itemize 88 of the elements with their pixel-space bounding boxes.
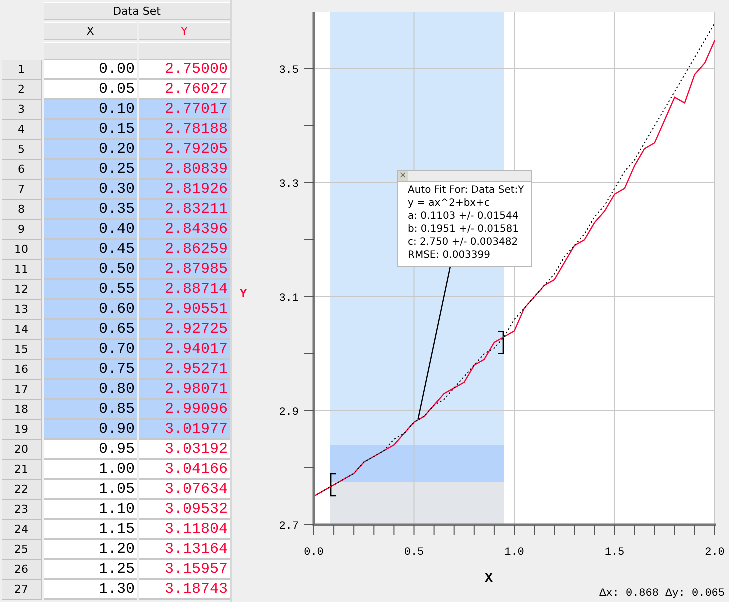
table-cell[interactable]: 3.18743 xyxy=(139,580,230,600)
x-axis-title: X xyxy=(485,571,493,586)
table-cell[interactable]: 0.45 xyxy=(44,240,137,260)
row-number[interactable]: 13 xyxy=(2,300,42,320)
table-cell[interactable]: 0.95 xyxy=(44,440,137,460)
row-number[interactable]: 3 xyxy=(2,100,42,120)
row-number[interactable]: 5 xyxy=(2,140,42,160)
y-tick-label: 3.5 xyxy=(279,65,299,77)
row-number[interactable]: 16 xyxy=(2,360,42,380)
x-tick-label: 0.0 xyxy=(304,547,324,559)
fit-result-text: c: 2.750 +/- 0.003482 xyxy=(408,236,520,249)
row-number[interactable]: 20 xyxy=(2,440,42,460)
table-cell[interactable]: 0.55 xyxy=(44,280,137,300)
bracket-marker xyxy=(498,331,504,354)
table-cell[interactable]: 0.40 xyxy=(44,220,137,240)
y-tick-label: 3.3 xyxy=(279,179,299,191)
table-cell[interactable]: 0.00 xyxy=(44,60,137,80)
fit-result-text: RMSE: 0.003399 xyxy=(408,249,492,262)
fit-result-text: a: 0.1103 +/- 0.01544 xyxy=(408,210,520,223)
row-number[interactable]: 2 xyxy=(2,80,42,100)
table-cell[interactable]: 0.20 xyxy=(44,140,137,160)
row-number[interactable]: 15 xyxy=(2,340,42,360)
table-group-header: Data Set xyxy=(44,2,230,20)
column-header[interactable]: X xyxy=(44,22,137,40)
x-tick-label: 1.5 xyxy=(604,547,625,559)
row-number[interactable]: 27 xyxy=(2,580,42,600)
y-axis-title: Y xyxy=(240,287,248,301)
bracket-marker xyxy=(330,473,336,497)
table-cell[interactable]: 3.03192 xyxy=(139,440,230,460)
row-number[interactable]: 22 xyxy=(2,480,42,500)
x-tick-label: 0.5 xyxy=(404,547,424,559)
table-cell[interactable]: 1.10 xyxy=(44,500,137,520)
table-cell[interactable]: 0.30 xyxy=(44,180,137,200)
table-cell[interactable]: 2.75000 xyxy=(139,60,230,80)
row-number[interactable]: 10 xyxy=(2,240,42,260)
row-number[interactable]: 12 xyxy=(2,280,42,300)
y-tick-label: 2.7 xyxy=(279,521,299,533)
table-cell[interactable]: 3.13164 xyxy=(139,540,230,560)
row-number[interactable]: 26 xyxy=(2,560,42,580)
x-tick-label: 2.0 xyxy=(705,547,725,559)
row-number[interactable]: 14 xyxy=(2,320,42,340)
table-cell[interactable]: 0.25 xyxy=(44,160,137,180)
row-number[interactable]: 24 xyxy=(2,520,42,540)
fit-result-text: Auto Fit For: Data Set:Y xyxy=(408,184,526,197)
row-number[interactable]: 18 xyxy=(2,400,42,420)
table-cell[interactable]: 3.11804 xyxy=(139,520,230,540)
table-cell[interactable]: 1.00 xyxy=(44,460,137,480)
table-cell[interactable]: 0.75 xyxy=(44,360,137,380)
fit-result-text: y = ax^2+bx+c xyxy=(408,197,491,210)
table-cell[interactable]: 1.05 xyxy=(44,480,137,500)
row-number[interactable]: 11 xyxy=(2,260,42,280)
y-tick-label: 2.9 xyxy=(279,407,299,419)
row-number[interactable]: 6 xyxy=(2,160,42,180)
table-cell[interactable]: 3.04166 xyxy=(139,460,230,480)
table-cell[interactable]: 3.09532 xyxy=(139,500,230,520)
x-tick-label: 1.0 xyxy=(504,547,524,559)
row-number[interactable]: 21 xyxy=(2,460,42,480)
table-cell[interactable]: 0.10 xyxy=(44,100,137,120)
close-button[interactable]: × xyxy=(398,171,408,181)
row-number[interactable]: 1 xyxy=(2,60,42,80)
row-number[interactable]: 19 xyxy=(2,420,42,440)
table-cell[interactable]: 0.15 xyxy=(44,120,137,140)
table-cell[interactable]: 3.07634 xyxy=(139,480,230,500)
y-tick-label: 3.1 xyxy=(279,293,299,305)
table-cell[interactable]: 0.90 xyxy=(44,420,137,440)
table-cell[interactable]: 0.50 xyxy=(44,260,137,280)
row-number[interactable]: 7 xyxy=(2,180,42,200)
table-cell[interactable]: 0.60 xyxy=(44,300,137,320)
table-cell[interactable]: 0.80 xyxy=(44,380,137,400)
row-number[interactable]: 9 xyxy=(2,220,42,240)
row-number[interactable]: 4 xyxy=(2,120,42,140)
table-cell[interactable]: 1.20 xyxy=(44,540,137,560)
fit-result-text: b: 0.1951 +/- 0.01581 xyxy=(408,223,520,236)
table-cell[interactable]: 1.15 xyxy=(44,520,137,540)
table-cell[interactable]: 0.65 xyxy=(44,320,137,340)
row-number[interactable]: 8 xyxy=(2,200,42,220)
table-cell[interactable]: 3.15957 xyxy=(139,560,230,580)
table-cell[interactable]: 0.85 xyxy=(44,400,137,420)
row-number[interactable]: 17 xyxy=(2,380,42,400)
table-cell[interactable]: 2.76027 xyxy=(139,80,230,100)
table-cell[interactable]: 1.25 xyxy=(44,560,137,580)
table-cell[interactable]: 0.35 xyxy=(44,200,137,220)
row-number[interactable]: 23 xyxy=(2,500,42,520)
table-cell[interactable]: 1.30 xyxy=(44,580,137,600)
table-cell[interactable]: 0.70 xyxy=(44,340,137,360)
row-number[interactable]: 25 xyxy=(2,540,42,560)
table-cell[interactable]: 0.05 xyxy=(44,80,137,100)
status-readout: Δx: 0.868 Δy: 0.065 xyxy=(600,588,725,600)
